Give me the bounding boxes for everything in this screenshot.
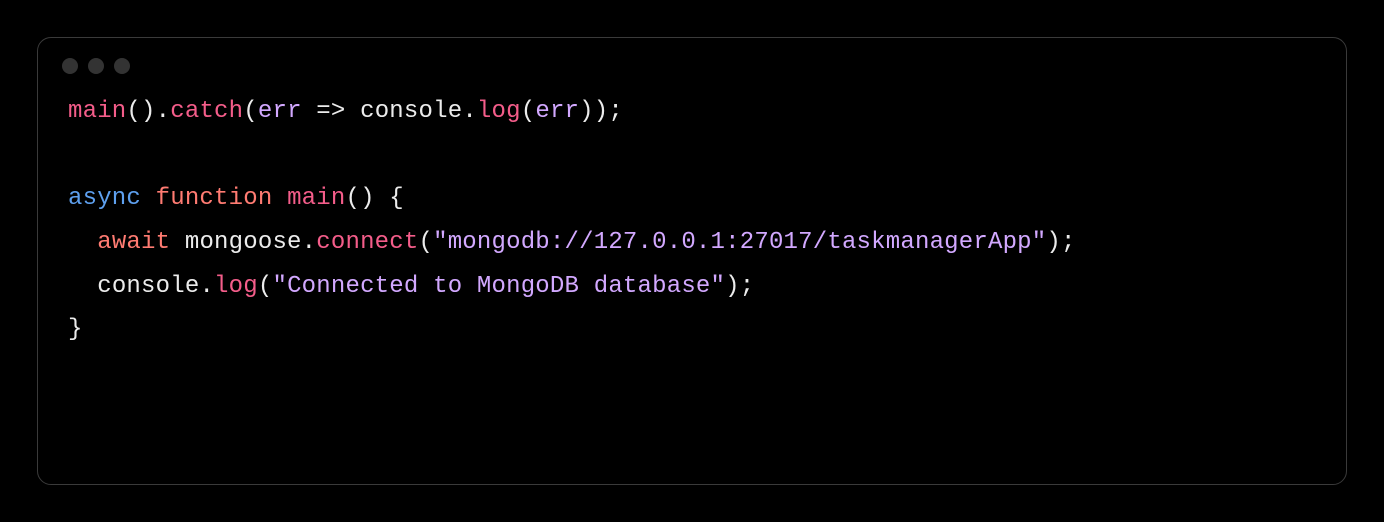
code-line: console.log("Connected to MongoDB databa… bbox=[68, 265, 1316, 309]
token-function-call: main bbox=[68, 98, 126, 125]
token-ident: mongoose. bbox=[170, 229, 316, 256]
token-param: err bbox=[258, 98, 302, 125]
token-punct: } bbox=[68, 316, 83, 343]
token-punct: () { bbox=[345, 185, 403, 212]
code-line: async function main() { bbox=[68, 177, 1316, 221]
token-string: "Connected to MongoDB database" bbox=[272, 273, 725, 300]
token-punct: ); bbox=[725, 273, 754, 300]
token-punct: => bbox=[302, 98, 360, 125]
token-punct: . bbox=[199, 273, 214, 300]
minimize-icon[interactable] bbox=[88, 58, 104, 74]
window-titlebar bbox=[38, 38, 1346, 74]
token-punct: ( bbox=[521, 98, 536, 125]
token-method: log bbox=[214, 273, 258, 300]
token-funcname: main bbox=[287, 185, 345, 212]
code-window: main().catch(err => console.log(err)); a… bbox=[37, 37, 1347, 485]
token-punct: )); bbox=[579, 98, 623, 125]
token-indent bbox=[68, 273, 97, 300]
token-space bbox=[141, 185, 156, 212]
token-indent bbox=[68, 229, 97, 256]
maximize-icon[interactable] bbox=[114, 58, 130, 74]
close-icon[interactable] bbox=[62, 58, 78, 74]
token-method: connect bbox=[316, 229, 418, 256]
token-ident: console bbox=[360, 98, 462, 125]
token-param: err bbox=[535, 98, 579, 125]
token-keyword: function bbox=[156, 185, 273, 212]
token-space bbox=[272, 185, 287, 212]
token-ident: console bbox=[97, 273, 199, 300]
token-keyword: await bbox=[97, 229, 170, 256]
token-punct: ( bbox=[418, 229, 433, 256]
blank-line bbox=[68, 134, 1316, 178]
token-string: "mongodb://127.0.0.1:27017/taskmanagerAp… bbox=[433, 229, 1046, 256]
code-line: main().catch(err => console.log(err)); bbox=[68, 90, 1316, 134]
token-punct: (). bbox=[126, 98, 170, 125]
token-method: log bbox=[477, 98, 521, 125]
token-keyword: async bbox=[68, 185, 141, 212]
token-punct: ( bbox=[258, 273, 273, 300]
token-punct: . bbox=[462, 98, 477, 125]
code-line: await mongoose.connect("mongodb://127.0.… bbox=[68, 221, 1316, 265]
token-punct: ); bbox=[1046, 229, 1075, 256]
code-block: main().catch(err => console.log(err)); a… bbox=[38, 74, 1346, 382]
code-line: } bbox=[68, 308, 1316, 352]
token-method: catch bbox=[170, 98, 243, 125]
token-punct: ( bbox=[243, 98, 258, 125]
